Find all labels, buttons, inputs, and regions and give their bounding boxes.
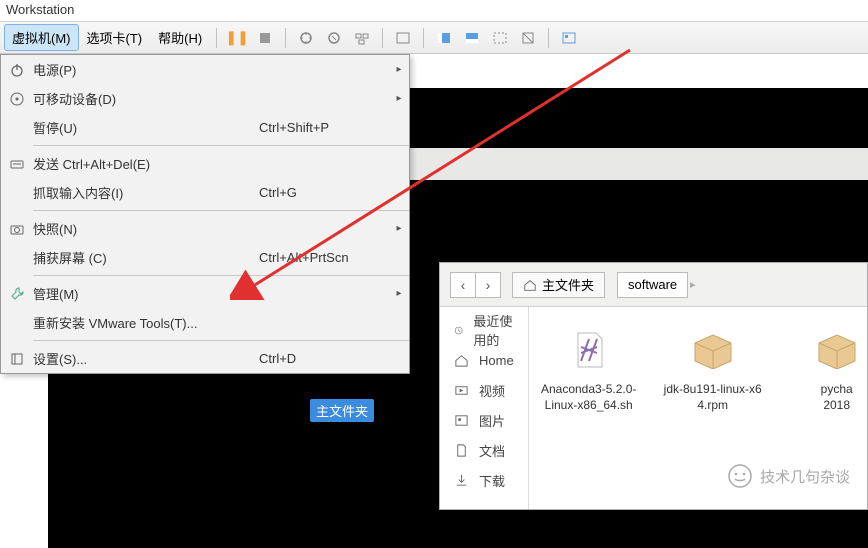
watermark: 技术几句杂谈 <box>728 464 850 488</box>
menu-capture-label: 捕获屏幕 (C) <box>33 248 259 267</box>
menu-power-label: 电源(P) <box>33 60 259 79</box>
menu-removable[interactable]: 可移动设备(D) ▸ <box>1 84 409 113</box>
menu-bar: 虚拟机(M) 选项卡(T) 帮助(H) ❚❚ <box>0 22 868 54</box>
breadcrumb-home-label: 主文件夹 <box>542 275 594 294</box>
menu-snapshot[interactable]: 快照(N) ▸ <box>1 214 409 243</box>
menu-send-cad-label: 发送 Ctrl+Alt+Del(E) <box>33 154 259 173</box>
submenu-arrow-icon: ▸ <box>389 288 409 299</box>
submenu-arrow-icon: ▸ <box>389 223 409 234</box>
submenu-arrow-icon: ▸ <box>389 93 409 104</box>
file-anaconda-label: Anaconda3-5.2.0-Linux-x86_64.sh <box>539 381 639 413</box>
menu-pause-shortcut: Ctrl+Shift+P <box>259 120 389 135</box>
menu-vm[interactable]: 虚拟机(M) <box>4 24 79 51</box>
separator <box>216 28 217 48</box>
package-file-icon <box>787 325 868 375</box>
window-title: Workstation <box>0 0 868 22</box>
fm-toolbar: ‹ › 主文件夹 software ▸ <box>440 263 867 307</box>
menu-manage[interactable]: 管理(M) ▸ <box>1 279 409 308</box>
sidebar-home-label: Home <box>479 353 514 368</box>
menu-grab-input[interactable]: 抓取输入内容(I) Ctrl+G <box>1 178 409 207</box>
snapshot-revert-icon[interactable] <box>322 26 346 50</box>
menu-removable-label: 可移动设备(D) <box>33 89 259 108</box>
breadcrumb-software-label: software <box>628 277 677 292</box>
fullscreen-icon[interactable] <box>391 26 415 50</box>
menu-reinstall-label: 重新安装 VMware Tools(T)... <box>33 313 259 332</box>
chevron-right-icon: ▸ <box>690 278 696 291</box>
menu-reinstall-tools[interactable]: 重新安装 VMware Tools(T)... <box>1 308 409 337</box>
wrench-icon <box>1 286 33 302</box>
menu-capture-screen[interactable]: 捕获屏幕 (C) Ctrl+Alt+PrtScn <box>1 243 409 272</box>
menu-snapshot-label: 快照(N) <box>33 219 259 238</box>
sidebar-item-video[interactable]: 视频 <box>440 375 528 405</box>
file-anaconda[interactable]: Anaconda3-5.2.0-Linux-x86_64.sh <box>539 325 639 491</box>
menu-pause-label: 暂停(U) <box>33 118 259 137</box>
view-sidebar-icon[interactable] <box>432 26 456 50</box>
stop-icon[interactable] <box>253 26 277 50</box>
sidebar-documents-label: 文档 <box>479 441 505 460</box>
menu-separator <box>33 210 409 211</box>
sidebar-video-label: 视频 <box>479 381 505 400</box>
menu-separator <box>33 275 409 276</box>
view-unity-icon[interactable] <box>516 26 540 50</box>
sidebar-downloads-label: 下载 <box>479 471 505 490</box>
menu-pause[interactable]: 暂停(U) Ctrl+Shift+P <box>1 113 409 142</box>
submenu-arrow-icon: ▸ <box>389 64 409 75</box>
sidebar-item-pictures[interactable]: 图片 <box>440 405 528 435</box>
separator <box>285 28 286 48</box>
snapshot-icon[interactable] <box>294 26 318 50</box>
sidebar-item-recent[interactable]: 最近使用的 <box>440 315 528 345</box>
sidebar-pictures-label: 图片 <box>479 411 505 430</box>
breadcrumb-software[interactable]: software <box>617 272 688 298</box>
nav-back-button[interactable]: ‹ <box>450 272 476 298</box>
package-file-icon <box>663 325 763 375</box>
menu-separator <box>33 145 409 146</box>
disc-icon <box>1 91 33 107</box>
menu-send-cad[interactable]: 发送 Ctrl+Alt+Del(E) <box>1 149 409 178</box>
sidebar-item-home[interactable]: Home <box>440 345 528 375</box>
menu-grab-shortcut: Ctrl+G <box>259 185 389 200</box>
view-console-icon[interactable] <box>460 26 484 50</box>
menu-settings-label: 设置(S)... <box>33 349 259 368</box>
file-jdk-label: jdk-8u191-linux-x64.rpm <box>663 381 763 413</box>
breadcrumb-home[interactable]: 主文件夹 <box>512 272 605 298</box>
menu-capture-shortcut: Ctrl+Alt+PrtScn <box>259 250 389 265</box>
menu-help[interactable]: 帮助(H) <box>150 24 210 51</box>
menu-tabs[interactable]: 选项卡(T) <box>79 24 151 51</box>
settings-icon <box>1 351 33 367</box>
vm-dropdown-menu: 电源(P) ▸ 可移动设备(D) ▸ 暂停(U) Ctrl+Shift+P 发送… <box>0 54 410 374</box>
watermark-text: 技术几句杂谈 <box>760 466 850 487</box>
script-file-icon <box>539 325 639 375</box>
separator <box>423 28 424 48</box>
power-icon <box>1 62 33 78</box>
nav-forward-button[interactable]: › <box>475 272 501 298</box>
menu-manage-label: 管理(M) <box>33 284 259 303</box>
camera-icon <box>1 221 33 237</box>
pause-icon[interactable]: ❚❚ <box>225 26 249 50</box>
menu-separator <box>33 340 409 341</box>
menu-grab-label: 抓取输入内容(I) <box>33 183 259 202</box>
separator <box>548 28 549 48</box>
menu-power[interactable]: 电源(P) ▸ <box>1 55 409 84</box>
fm-sidebar: 最近使用的 Home 视频 图片 文档 下载 <box>440 307 529 509</box>
file-pycharm-label: pycha 2018 <box>787 381 868 413</box>
snapshot-manager-icon[interactable] <box>350 26 374 50</box>
menu-settings-shortcut: Ctrl+D <box>259 351 389 366</box>
view-stretch-icon[interactable] <box>488 26 512 50</box>
sidebar-item-documents[interactable]: 文档 <box>440 435 528 465</box>
menu-settings[interactable]: 设置(S)... Ctrl+D <box>1 344 409 373</box>
separator <box>382 28 383 48</box>
keyboard-icon <box>1 156 33 172</box>
sidebar-recent-label: 最近使用的 <box>473 311 513 349</box>
sidebar-item-downloads[interactable]: 下载 <box>440 465 528 495</box>
desktop-home-folder[interactable]: 主文件夹 <box>310 399 374 422</box>
view-thumbnail-icon[interactable] <box>557 26 581 50</box>
